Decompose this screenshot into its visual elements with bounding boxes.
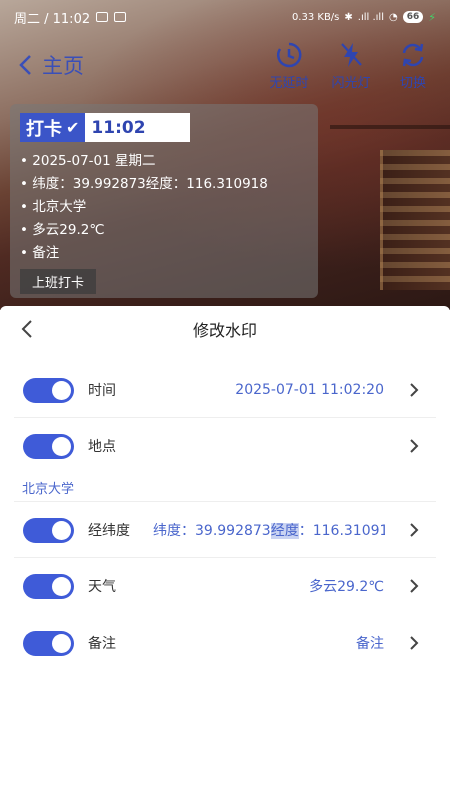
back-home-label: 主页 — [42, 54, 84, 78]
coords-label: 经纬度 — [88, 523, 130, 539]
watermark-header: 打卡 ✔ 11:02 — [20, 113, 190, 142]
watermark-time: 11:02 — [91, 117, 146, 138]
chevron-right-icon[interactable] — [408, 578, 420, 594]
flash-button[interactable]: 闪光灯 — [326, 40, 376, 91]
weather-toggle[interactable] — [23, 573, 74, 599]
coords-value-highlight: 经度 — [270, 523, 299, 539]
chevron-right-icon[interactable] — [408, 382, 420, 398]
time-toggle[interactable] — [23, 377, 74, 403]
timer-label: 无延时 — [269, 75, 309, 91]
back-home-button[interactable]: 主页 — [18, 50, 84, 80]
location-label: 地点 — [88, 439, 116, 455]
message-icon — [114, 12, 127, 22]
location-value: 北京大学 — [22, 481, 75, 497]
switch-camera-label: 切换 — [399, 75, 426, 91]
time-value: 2025-07-01 11:02:20 — [235, 382, 384, 398]
chevron-right-icon[interactable] — [408, 438, 420, 454]
flash-label: 闪光灯 — [331, 75, 371, 91]
watermark-card[interactable]: 打卡 ✔ 11:02 2025-07-01 星期二 纬度：39.992873经度… — [10, 104, 318, 298]
chevron-left-icon — [19, 55, 31, 75]
chevron-right-icon[interactable] — [408, 635, 420, 651]
charging-icon: ⚡ — [428, 10, 436, 24]
switch-camera-icon — [402, 43, 424, 66]
note-value: 备注 — [356, 636, 384, 652]
coords-value: 纬度：39.992873经度：116.310918 — [153, 520, 385, 540]
watermark-weather: 多云29.2℃ — [20, 219, 308, 242]
location-toggle[interactable] — [23, 433, 74, 459]
location-value-row: 北京大学 — [0, 472, 450, 502]
punch-tag: 打卡 ✔ — [20, 113, 86, 142]
weather-value: 多云29.2℃ — [309, 579, 384, 595]
coords-value-latitude: 纬度：39.992873 — [153, 523, 271, 539]
watermark-coords: 纬度：39.992873经度：116.310918 — [20, 173, 308, 196]
sheet-back-icon[interactable] — [18, 319, 36, 339]
signal-icon: .ıll .ıll — [357, 11, 384, 23]
time-label: 时间 — [88, 383, 116, 399]
timer-button[interactable]: 无延时 — [264, 40, 314, 91]
status-day-time: 周二 / 11:02 — [14, 11, 91, 27]
note-row[interactable]: 备注 备注 — [0, 614, 450, 672]
watermark-date: 2025-07-01 星期二 — [20, 150, 308, 173]
chevron-right-icon[interactable] — [408, 522, 420, 538]
location-row[interactable]: 地点 — [0, 420, 450, 472]
preview-wood-panel — [330, 125, 450, 129]
flash-off-icon — [341, 42, 362, 67]
watermark-note: 备注 — [20, 242, 308, 265]
switch-camera-button[interactable]: 切换 — [388, 40, 438, 91]
clock-in-badge: 上班打卡 — [20, 269, 97, 294]
weather-row[interactable]: 天气 多云29.2℃ — [0, 558, 450, 614]
note-toggle[interactable] — [23, 630, 74, 656]
notification-icon — [96, 12, 109, 22]
coords-toggle[interactable] — [23, 517, 74, 543]
punch-tag-label: 打卡 — [26, 118, 62, 140]
watermark-location: 北京大学 — [20, 196, 308, 219]
timer-icon — [277, 42, 302, 67]
bluetooth-icon: ✱ — [344, 11, 353, 23]
top-nav: 主页 无延时 闪光灯 切换 — [0, 34, 450, 96]
sheet-header: 修改水印 — [0, 306, 450, 352]
weather-label: 天气 — [88, 579, 116, 595]
note-label: 备注 — [88, 636, 116, 652]
check-icon: ✔ — [66, 118, 80, 137]
sheet-title: 修改水印 — [192, 321, 257, 340]
time-row[interactable]: 时间 2025-07-01 11:02:20 — [0, 362, 450, 418]
status-bar: 周二 / 11:02 0.33 KB/s ✱ .ıll .ıll ◔ 66 ⚡ — [0, 0, 450, 34]
preview-carving — [380, 150, 450, 290]
net-speed: 0.33 KB/s — [291, 11, 340, 23]
coords-value-longitude: ：116.310918 — [298, 523, 385, 539]
wifi-icon: ◔ — [389, 11, 398, 23]
battery-icon: 66 — [402, 11, 424, 23]
coords-row[interactable]: 经纬度 纬度：39.992873经度：116.310918 — [0, 502, 450, 558]
